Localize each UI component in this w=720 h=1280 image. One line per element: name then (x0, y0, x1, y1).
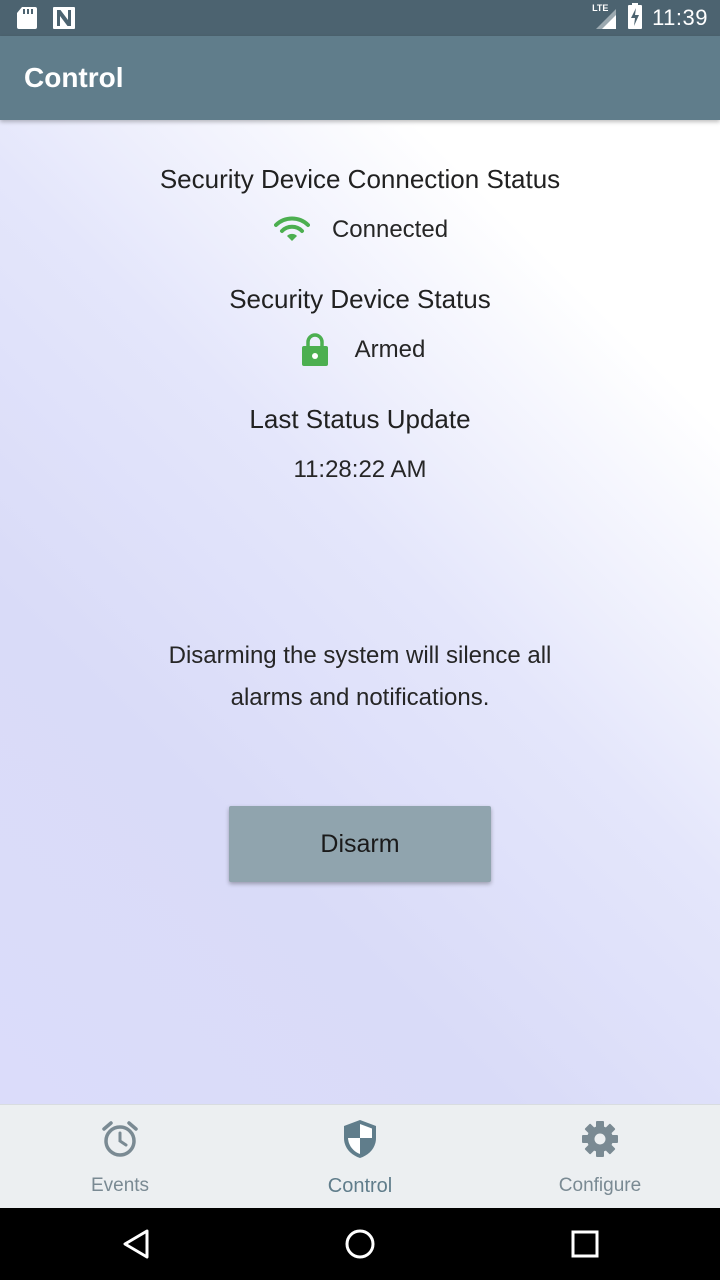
control-content: Security Device Connection Status Connec… (0, 120, 720, 1104)
app-bar: Control (0, 36, 720, 120)
last-update-time: 11:28:22 AM (293, 456, 427, 483)
status-left-icons (16, 6, 76, 35)
connection-status-heading: Security Device Connection Status (159, 164, 561, 194)
tab-events[interactable]: Events (0, 1105, 240, 1208)
system-nav-bar (0, 1208, 720, 1280)
back-icon[interactable] (118, 1226, 154, 1262)
shield-icon (338, 1117, 382, 1161)
sd-card-icon (16, 6, 38, 35)
recents-icon[interactable] (567, 1226, 603, 1262)
gear-icon (578, 1117, 622, 1161)
device-status-value: Armed (354, 336, 426, 363)
device-status-row: Armed (0, 330, 720, 370)
disarm-button[interactable]: Disarm (229, 806, 491, 882)
connection-status-row: Connected (0, 210, 720, 250)
connection-status-value: Connected (331, 216, 449, 243)
notification-n-icon (52, 6, 76, 35)
tab-configure[interactable]: Configure (480, 1105, 720, 1208)
status-right-icons: LTE 11:39 (592, 0, 708, 36)
bottom-nav: Events Control Configure (0, 1104, 720, 1208)
tab-configure-label: Configure (558, 1175, 642, 1196)
disarm-info-text: Disarming the system will silence all al… (168, 642, 552, 711)
last-update-heading: Last Status Update (249, 404, 471, 434)
lock-icon (295, 330, 335, 370)
tab-control[interactable]: Control (240, 1105, 480, 1208)
tab-events-label: Events (90, 1175, 150, 1196)
status-time: 11:39 (652, 5, 708, 30)
wifi-icon (272, 210, 312, 250)
lte-signal-icon: LTE (592, 3, 618, 31)
battery-charging-icon (628, 2, 643, 34)
tab-control-label: Control (327, 1175, 393, 1197)
home-icon[interactable] (342, 1226, 378, 1262)
status-bar: LTE 11:39 (0, 0, 720, 36)
device-status-heading: Security Device Status (229, 284, 491, 314)
page-title: Control (24, 62, 124, 93)
alarm-clock-icon (98, 1117, 142, 1161)
